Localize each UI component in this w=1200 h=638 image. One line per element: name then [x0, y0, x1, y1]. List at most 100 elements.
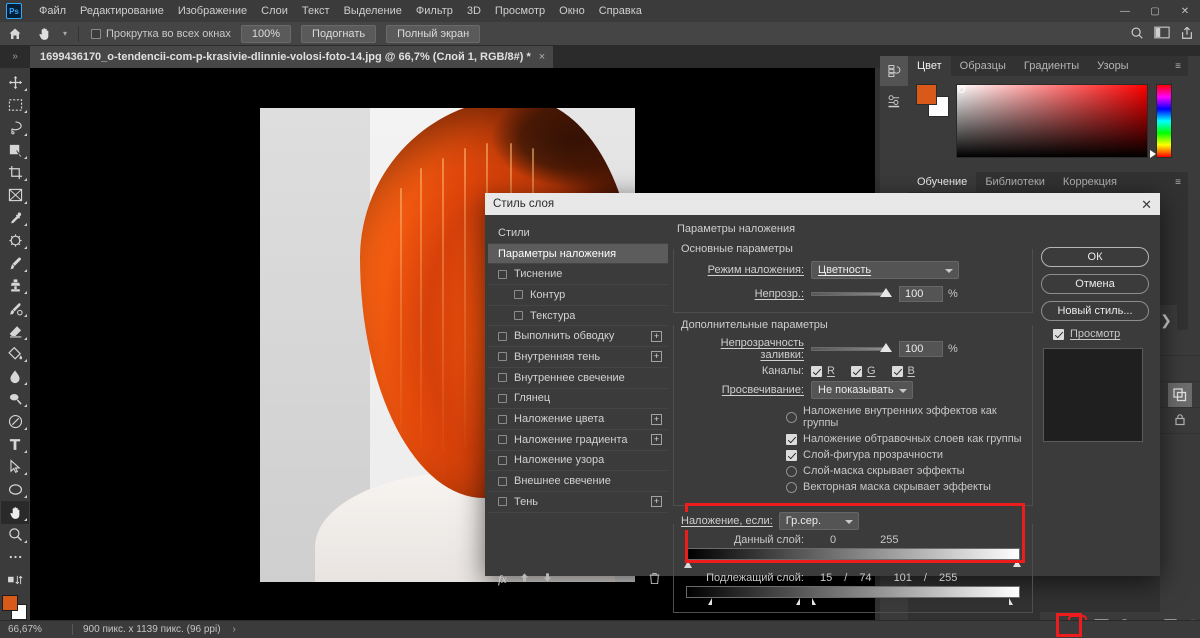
dialog-close-icon[interactable]: ✕ — [1141, 198, 1152, 211]
tab-learn[interactable]: Обучение — [908, 172, 977, 192]
color-panel-menu-icon[interactable]: ≡ — [1168, 56, 1188, 76]
pen-tool[interactable] — [1, 410, 29, 433]
full-screen-button[interactable]: Полный экран — [386, 24, 481, 43]
menu-item-window[interactable]: Окно — [552, 0, 592, 22]
clone-stamp-tool[interactable] — [1, 275, 29, 298]
share-icon[interactable] — [1180, 26, 1194, 43]
style-item-gradient-overlay[interactable]: Наложение градиента + — [488, 430, 668, 451]
style-checkbox[interactable] — [498, 393, 507, 403]
brush-tool[interactable] — [1, 252, 29, 275]
dialog-title-bar[interactable]: Стиль слоя ✕ — [485, 193, 1160, 215]
style-item-inner-shadow[interactable]: Внутренняя тень + — [488, 347, 668, 368]
lock-icon[interactable] — [1174, 413, 1186, 429]
fit-screen-button[interactable]: Подогнать — [301, 24, 377, 43]
learn-panel-menu-icon[interactable]: ≡ — [1168, 172, 1188, 192]
menu-item-text[interactable]: Текст — [295, 0, 337, 22]
this-layer-black-knob[interactable] — [684, 560, 692, 568]
frame-tool[interactable] — [1, 184, 29, 207]
minimize-icon[interactable]: — — [1110, 0, 1140, 22]
move-tool[interactable] — [1, 71, 29, 94]
style-item-pattern-overlay[interactable]: Наложение узора — [488, 451, 668, 472]
paint-bucket-tool[interactable] — [1, 343, 29, 366]
menu-item-filter[interactable]: Фильтр — [409, 0, 460, 22]
menu-item-view[interactable]: Просмотр — [488, 0, 552, 22]
menu-item-3d[interactable]: 3D — [460, 0, 488, 22]
properties-panel-icon[interactable] — [880, 86, 908, 116]
add-effect-icon[interactable]: + — [651, 330, 662, 342]
underlying-white-high-value[interactable]: 255 — [939, 572, 957, 584]
underlying-black-low-knob[interactable] — [708, 598, 712, 605]
menu-item-layers[interactable]: Слои — [254, 0, 295, 22]
type-tool[interactable] — [1, 433, 29, 456]
this-layer-white-knob[interactable] — [1013, 560, 1021, 567]
style-item-blending-options[interactable]: Параметры наложения — [488, 243, 668, 265]
underlying-white-low-value[interactable]: 101 — [894, 572, 912, 584]
more-tools-icon[interactable] — [1, 546, 29, 569]
style-checkbox[interactable] — [498, 269, 507, 279]
opacity-slider-thumb[interactable] — [880, 288, 892, 297]
layers-panel-row[interactable] — [1160, 382, 1200, 408]
add-effect-icon[interactable]: + — [651, 496, 662, 508]
foreground-color-swatch[interactable] — [2, 595, 18, 612]
vector-mask-hides-effects-row[interactable]: Векторная маска скрывает эффекты — [786, 481, 1024, 493]
blur-tool[interactable] — [1, 365, 29, 388]
delete-effect-icon[interactable] — [649, 572, 660, 587]
crop-tool[interactable] — [1, 162, 29, 185]
channel-b-checkbox[interactable] — [891, 365, 903, 377]
object-selection-tool[interactable] — [1, 139, 29, 162]
transparency-shapes-layer-checkbox[interactable] — [786, 449, 797, 461]
style-item-contour[interactable]: Контур — [488, 285, 668, 306]
menu-item-file[interactable]: Файл — [32, 0, 73, 22]
move-effect-up-icon[interactable] — [519, 572, 530, 586]
blend-mode-select[interactable]: Цветность — [811, 261, 959, 279]
blend-interior-effects-checkbox[interactable] — [786, 411, 797, 423]
underlying-black-low-value[interactable]: 15 — [820, 572, 832, 584]
document-tab[interactable]: 1699436170_o-tendencii-com-p-krasivie-dl… — [30, 46, 554, 68]
style-checkbox[interactable] — [498, 455, 507, 465]
style-item-satin[interactable]: Глянец — [488, 389, 668, 410]
preview-checkbox-row[interactable]: Просмотр — [1053, 328, 1149, 340]
tool-preset-chevron-icon[interactable]: ▾ — [58, 29, 72, 38]
channel-g-checkbox[interactable] — [850, 365, 862, 377]
layers-panel-row[interactable] — [1160, 330, 1200, 356]
color-panel-foreground-swatch[interactable] — [916, 84, 937, 105]
style-item-bevel-emboss[interactable]: Тиснение — [488, 264, 668, 286]
edit-toolbar-icon[interactable] — [1, 569, 29, 592]
document-tab-close-icon[interactable]: × — [539, 51, 545, 63]
style-checkbox[interactable] — [498, 497, 507, 507]
style-item-texture[interactable]: Текстура — [488, 306, 668, 327]
tab-gradients[interactable]: Градиенты — [1014, 56, 1089, 76]
zoom-tool[interactable] — [1, 524, 29, 547]
layer-mask-hides-effects-checkbox[interactable] — [786, 465, 797, 477]
tab-patterns[interactable]: Узоры — [1088, 56, 1138, 76]
layers-panel-row[interactable] — [1160, 356, 1200, 382]
blend-clipped-layers-row[interactable]: Наложение обтравочных слоев как группы — [786, 433, 1024, 445]
style-checkbox[interactable] — [498, 476, 507, 486]
fill-opacity-value[interactable]: 100 — [899, 341, 943, 357]
color-spectrum-field[interactable] — [956, 84, 1148, 158]
menu-item-image[interactable]: Изображение — [171, 0, 254, 22]
channel-r-checkbox[interactable] — [811, 365, 822, 377]
scroll-all-windows-checkbox[interactable]: Прокрутка во всех окнах — [91, 28, 231, 40]
tab-color[interactable]: Цвет — [908, 56, 951, 76]
style-item-styles[interactable]: Стили — [488, 223, 668, 244]
spot-healing-brush-tool[interactable] — [1, 229, 29, 252]
status-zoom-level[interactable]: 66,67% — [0, 624, 72, 635]
ellipse-tool[interactable] — [1, 478, 29, 501]
style-checkbox[interactable] — [498, 414, 507, 424]
opacity-slider[interactable] — [811, 288, 892, 297]
status-arrow-icon[interactable]: › — [221, 624, 236, 635]
layer-thumbnail[interactable] — [1168, 382, 1192, 407]
underlying-layer-slider[interactable] — [686, 586, 1020, 605]
style-checkbox[interactable] — [498, 331, 507, 341]
add-effect-icon[interactable]: + — [651, 351, 662, 363]
menu-item-select[interactable]: Выделение — [337, 0, 409, 22]
history-panel-icon[interactable] — [880, 56, 908, 86]
add-effect-icon[interactable]: + — [651, 434, 662, 446]
search-icon[interactable] — [1130, 26, 1144, 43]
move-effect-down-icon[interactable] — [542, 572, 553, 586]
this-layer-black-value[interactable]: 0 — [830, 534, 836, 546]
transparency-shapes-layer-row[interactable]: Слой-фигура прозрачности — [786, 449, 1024, 461]
eraser-tool[interactable] — [1, 320, 29, 343]
this-layer-slider[interactable] — [684, 548, 1021, 568]
